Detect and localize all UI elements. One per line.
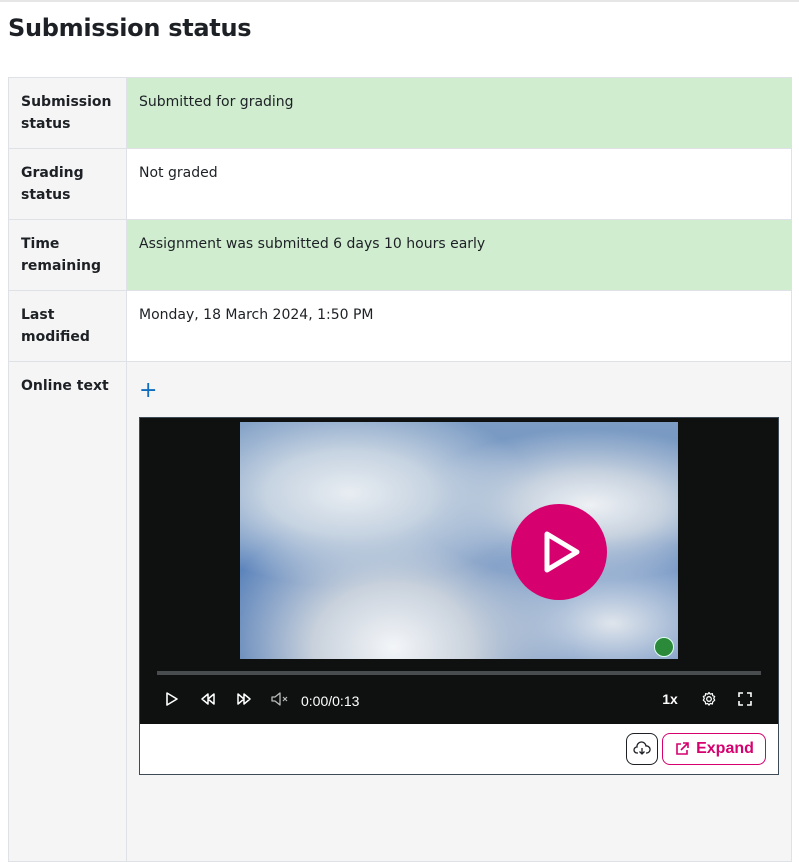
speed-label: 1x	[662, 691, 678, 707]
submission-status-value: Submitted for grading	[126, 77, 792, 149]
playback-speed-button[interactable]: 1x	[652, 684, 688, 714]
top-divider	[0, 0, 799, 2]
table-row: Last modified Monday, 18 March 2024, 1:5…	[8, 290, 792, 362]
progress-bar[interactable]	[157, 671, 761, 675]
play-icon	[544, 531, 580, 573]
expand-toggle-plus-icon[interactable]: +	[139, 380, 157, 402]
download-button[interactable]	[626, 733, 658, 765]
mute-button[interactable]	[265, 684, 295, 714]
play-icon	[166, 692, 178, 706]
big-play-button[interactable]	[511, 504, 607, 600]
row-label: Last modified	[8, 290, 127, 362]
expand-label: Expand	[696, 740, 754, 757]
mute-icon	[271, 692, 288, 706]
page-title: Submission status	[8, 14, 252, 42]
row-label: Grading status	[8, 148, 127, 220]
row-label: Submission status	[8, 77, 127, 149]
play-button[interactable]	[157, 684, 187, 714]
fast-forward-button[interactable]	[229, 684, 259, 714]
video-player: 0:00/0:13 1x Expand	[139, 417, 779, 775]
video-frame[interactable]	[240, 422, 678, 659]
settings-icon	[702, 691, 716, 706]
fast-forward-icon	[237, 693, 251, 705]
expand-button[interactable]: Expand	[662, 733, 766, 765]
rewind-button[interactable]	[193, 684, 223, 714]
grading-status-value: Not graded	[126, 148, 792, 220]
table-row: Submission status Submitted for grading	[8, 77, 792, 149]
video-screen: 0:00/0:13 1x	[140, 418, 778, 724]
rewind-icon	[201, 693, 215, 705]
row-label: Time remaining	[8, 219, 127, 291]
player-action-bar: Expand	[140, 724, 778, 774]
time-remaining-value: Assignment was submitted 6 days 10 hours…	[126, 219, 792, 291]
download-icon	[633, 741, 651, 755]
table-row: Time remaining Assignment was submitted …	[8, 219, 792, 291]
table-row: Grading status Not graded	[8, 148, 792, 220]
fullscreen-icon	[738, 692, 752, 706]
submission-status-table: Submission status Submitted for grading …	[8, 77, 792, 862]
last-modified-value: Monday, 18 March 2024, 1:50 PM	[126, 290, 792, 362]
settings-button[interactable]	[694, 684, 724, 714]
table-row: Online text + 0:00/0:13 1x Expand	[8, 361, 792, 862]
time-display: 0:00/0:13	[301, 693, 360, 709]
watermark-logo	[654, 637, 674, 657]
row-label: Online text	[8, 361, 127, 862]
external-link-icon	[676, 742, 689, 755]
fullscreen-button[interactable]	[730, 684, 760, 714]
online-text-value: + 0:00/0:13 1x Expand	[126, 361, 792, 862]
